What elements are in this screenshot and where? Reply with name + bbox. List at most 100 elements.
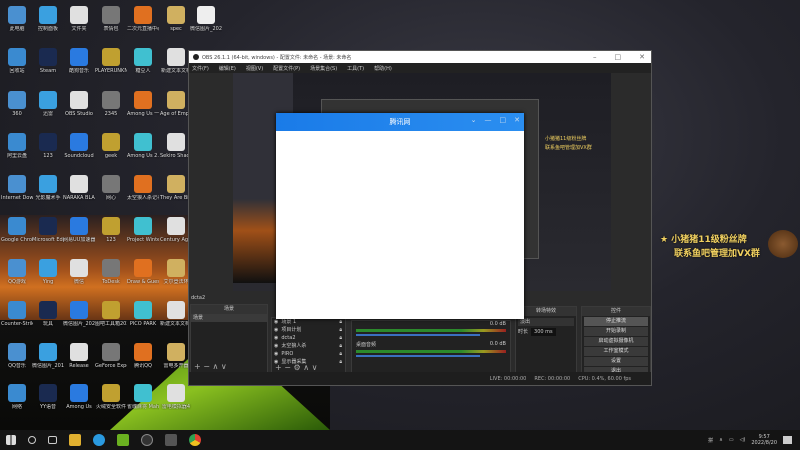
desktop-icon[interactable]: QQ音乐 (1, 343, 33, 369)
desktop-icon[interactable]: 微信图片_2020101 (63, 301, 95, 327)
control-button[interactable]: 停止推流 (584, 317, 648, 326)
desktop-icon[interactable]: Microsoft Edge (32, 217, 64, 243)
control-button[interactable]: 工作室模式 (584, 347, 648, 356)
desktop-icon[interactable]: 糖豆人 (127, 48, 159, 74)
eye-icon[interactable]: ◉ (274, 326, 278, 334)
desktop-icon[interactable]: Google Chrome (1, 217, 33, 243)
desktop-icon[interactable]: 迅雷 (32, 91, 64, 117)
clock[interactable]: 9:57 2022/8/20 (751, 434, 777, 446)
desktop-icon[interactable]: YY语音 (32, 384, 64, 410)
desktop-icon[interactable]: Release (63, 343, 95, 369)
desktop-icon[interactable]: Soundcloud (63, 133, 95, 159)
remove-icon[interactable]: − (284, 363, 291, 372)
source-item[interactable]: ◉ 场景 1 🔒︎ (272, 318, 345, 326)
desktop-icon[interactable]: 微信 (63, 259, 95, 285)
desktop-icon[interactable]: 360 (1, 91, 33, 117)
lock-icon[interactable]: 🔒︎ (339, 326, 345, 334)
network-icon[interactable]: ▭ (729, 437, 734, 443)
desktop-icon[interactable]: 2345 (95, 91, 127, 117)
duration-input[interactable]: 300 ms (531, 328, 556, 336)
add-icon[interactable]: + (194, 362, 201, 371)
desktop-icon[interactable]: 网易UU加速器 (63, 217, 95, 243)
up-icon[interactable]: ∧ (213, 362, 219, 371)
desktop-icon[interactable]: Ying (32, 259, 64, 285)
eye-icon[interactable]: ◉ (274, 342, 278, 350)
close-button[interactable]: ✕ (639, 53, 645, 61)
source-item[interactable]: ◉ PIRO 🔒︎ (272, 350, 345, 358)
desktop-icon[interactable]: 玩具 (32, 301, 64, 327)
desktop-icon[interactable]: spec (160, 6, 192, 32)
maximize-button[interactable]: □ (615, 53, 622, 61)
source-item[interactable]: ◉ 太空狼人杀 🔒︎ (272, 342, 345, 350)
desktop-icon[interactable]: 阿里云盘 (1, 133, 33, 159)
track1-volume-slider[interactable] (356, 334, 480, 336)
lock-icon[interactable]: 🔒︎ (339, 358, 345, 366)
desktop-icon[interactable]: Among Us 一键 (127, 91, 159, 117)
menu-item[interactable]: 视图(V) (246, 65, 263, 72)
maximize-button[interactable]: □ (500, 116, 507, 124)
menu-item[interactable]: 配置文件(P) (273, 65, 300, 72)
desktop-icon[interactable]: Project Winter (127, 217, 159, 243)
menu-item[interactable]: 场景集合(S) (310, 65, 337, 72)
lock-icon[interactable]: 🔒︎ (339, 318, 345, 326)
geforce-icon[interactable] (117, 434, 129, 446)
desktop-icon[interactable]: 雷电模拟器4 (160, 384, 192, 410)
source-item[interactable]: ◉ dcta2 🔒︎ (272, 334, 345, 342)
desktop-icon[interactable]: 酷狗音乐 (63, 48, 95, 74)
desktop-icon[interactable]: 雀魂麻将 Mahjong (127, 384, 159, 410)
menu-item[interactable]: 文件(F) (192, 65, 209, 72)
eye-icon[interactable]: ◉ (274, 318, 278, 326)
obs-icon[interactable] (141, 434, 153, 446)
desktop-icon[interactable]: 光影魔术手 (32, 175, 64, 201)
desktop-icon[interactable]: PLAYERUNKNOWN'S BATTLEGROUNDS (95, 48, 127, 74)
desktop-icon[interactable]: 微信图片_2018101 (32, 343, 64, 369)
desktop-icon[interactable]: OBS Studio (63, 91, 95, 117)
menu-item[interactable]: 帮助(H) (374, 65, 392, 72)
desktop-icon[interactable]: Among Us 2.6.7 (127, 133, 159, 159)
control-button[interactable]: 开始录制 (584, 327, 648, 336)
desktop-icon[interactable]: geek (95, 133, 127, 159)
task-view-icon[interactable] (48, 436, 57, 444)
minimize-button[interactable]: — (485, 116, 492, 124)
eye-icon[interactable]: ◉ (274, 350, 278, 358)
volume-icon[interactable]: ◁) (740, 437, 746, 443)
chrome-icon[interactable] (189, 434, 201, 446)
chevron-up-icon[interactable]: ∧ (719, 437, 723, 443)
lock-icon[interactable]: 🔒︎ (339, 334, 345, 342)
app-icon[interactable] (165, 434, 177, 446)
gear-icon[interactable]: ⚙ (294, 363, 301, 372)
add-icon[interactable]: + (275, 363, 282, 372)
desktop-icon[interactable]: 表情包 (95, 6, 127, 32)
control-button[interactable]: 设置 (584, 357, 648, 366)
desktop-icon[interactable]: 图吧工具箱2020 (95, 301, 127, 327)
desktop-icon[interactable]: NARAKA BLADEPOINT (63, 175, 95, 201)
desktop-icon[interactable]: 回收站 (1, 48, 33, 74)
desktop-icon[interactable]: 123 (95, 217, 127, 243)
close-button[interactable]: ✕ (514, 116, 520, 124)
control-button[interactable]: 启动虚拟摄像机 (584, 337, 648, 346)
eye-icon[interactable]: ◉ (274, 334, 278, 342)
desktop-icon[interactable]: Counter-Strike Global Off (1, 301, 33, 327)
edge-icon[interactable] (93, 434, 105, 446)
desktop-icon[interactable]: Among Us (63, 384, 95, 410)
desktop-icon[interactable]: 此电脑 (1, 6, 33, 32)
search-icon[interactable] (28, 436, 36, 444)
down-icon[interactable]: ∨ (221, 362, 227, 371)
desktop-icon[interactable]: QQ游戏 (1, 259, 33, 285)
file-explorer-icon[interactable] (69, 434, 81, 446)
lock-icon[interactable]: 🔒︎ (339, 350, 345, 358)
source-item[interactable]: ◉ 项目计划 🔒︎ (272, 326, 345, 334)
ime-indicator[interactable]: 拼 (708, 437, 713, 444)
start-button[interactable] (6, 435, 16, 445)
desktop-icon[interactable]: 火绒安全软件 (95, 384, 127, 410)
dropdown-icon[interactable]: ⌄ (471, 116, 477, 124)
down-icon[interactable]: ∨ (312, 363, 318, 372)
menu-item[interactable]: 编辑(E) (219, 65, 236, 72)
desktop-icon[interactable]: 网络 (1, 384, 33, 410)
remove-icon[interactable]: − (203, 362, 210, 371)
desktop-icon[interactable]: GeForce Experience (95, 343, 127, 369)
notification-icon[interactable] (783, 436, 792, 444)
desktop-icon[interactable]: 网心 (95, 175, 127, 201)
desktop-icon[interactable]: Steam (32, 48, 64, 74)
desktop-icon[interactable]: 微信图片_2022... (190, 6, 222, 32)
